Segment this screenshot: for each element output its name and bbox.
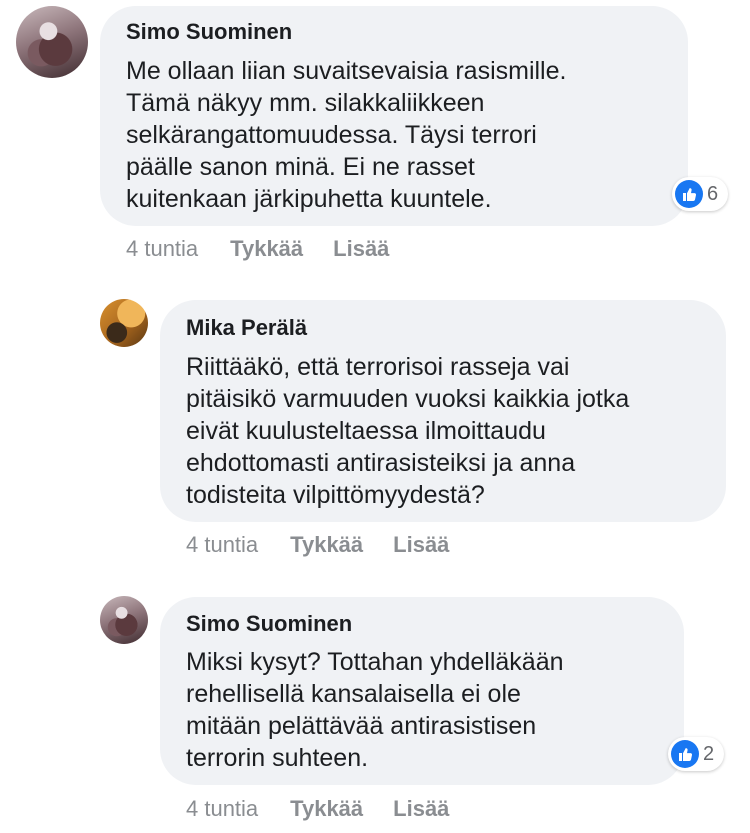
more-button[interactable]: Lisää	[393, 532, 449, 558]
reaction-summary[interactable]: 2	[668, 737, 724, 771]
comment-timestamp[interactable]: 4 tuntia	[186, 796, 258, 822]
comment-actions: 4 tuntia Tykkää Lisää	[186, 532, 479, 558]
avatar[interactable]	[100, 596, 148, 644]
more-button[interactable]: Lisää	[393, 796, 449, 822]
comment-text: Me ollaan liian suvaitsevaisia rasismill…	[126, 57, 567, 213]
comment-author[interactable]: Simo Suominen	[186, 611, 352, 637]
avatar[interactable]	[100, 299, 148, 347]
comment-actions: 4 tuntia Tykkää Lisää	[126, 236, 419, 262]
like-thumbs-up-icon	[675, 180, 703, 208]
like-button[interactable]: Tykkää	[290, 532, 363, 558]
like-button[interactable]: Tykkää	[290, 796, 363, 822]
comment-actions: 4 tuntia Tykkää Lisää	[186, 796, 479, 822]
comment-text: Miksi kysyt? Tottahan yhdelläkään rehell…	[186, 648, 564, 772]
more-button[interactable]: Lisää	[333, 236, 389, 262]
like-thumbs-up-icon	[671, 740, 699, 768]
comment-author[interactable]: Simo Suominen	[126, 19, 292, 45]
like-button[interactable]: Tykkää	[230, 236, 303, 262]
reaction-count: 6	[707, 182, 719, 205]
comment-timestamp[interactable]: 4 tuntia	[186, 532, 258, 558]
reaction-count: 2	[703, 742, 715, 765]
reaction-summary[interactable]: 6	[672, 177, 728, 211]
avatar[interactable]	[16, 6, 88, 78]
comment-text: Riittääkö, että terrorisoi rasseja vai p…	[186, 353, 630, 509]
comment-author[interactable]: Mika Perälä	[186, 315, 307, 341]
comment-timestamp[interactable]: 4 tuntia	[126, 236, 198, 262]
